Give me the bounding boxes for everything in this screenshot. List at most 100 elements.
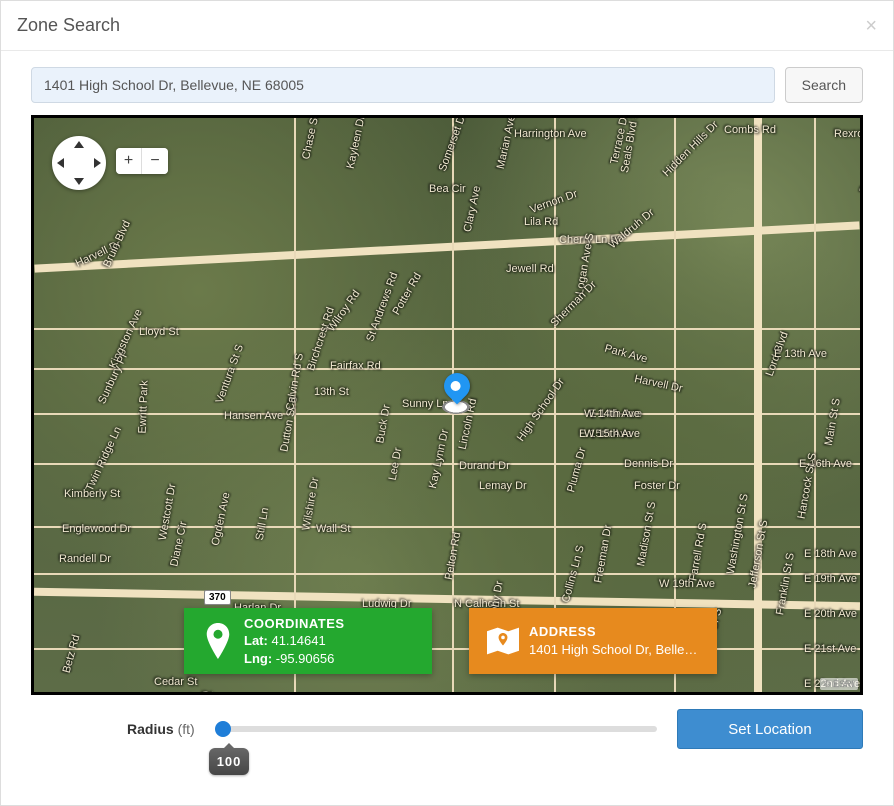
street-label: Marian Ave xyxy=(495,115,518,170)
street-label: Wall St xyxy=(316,523,350,535)
street-label: Kimberly St xyxy=(64,488,120,500)
map-attribution: © ESRI xyxy=(820,678,858,690)
street-label: Lloyd St xyxy=(139,326,179,338)
radius-slider[interactable] xyxy=(215,726,657,732)
road xyxy=(34,588,860,610)
radius-label: Radius (ft) xyxy=(127,721,195,737)
street-label: Madison St S xyxy=(635,501,658,568)
pan-left-icon[interactable] xyxy=(57,158,64,168)
street-label: Harrington Ave xyxy=(514,128,587,140)
lng-row: Lng: -95.90656 xyxy=(244,650,345,668)
street-label: Buck Dr xyxy=(374,404,393,445)
coordinates-title: COORDINATES xyxy=(244,615,345,633)
lat-row: Lat: 41.14641 xyxy=(244,632,345,650)
street-label: Foster Dr xyxy=(634,480,680,492)
radius-unit: (ft) xyxy=(178,721,195,737)
street-label: Ewritt Park xyxy=(137,380,151,434)
street-label: Dennis Dr xyxy=(624,458,673,470)
street-label: E 18th Ave xyxy=(804,548,857,560)
modal-title: Zone Search xyxy=(17,15,120,36)
address-title: ADDRESS xyxy=(529,623,697,641)
road xyxy=(34,413,860,415)
street-label: Fairfax Rd xyxy=(330,360,381,372)
street-label: Warren St S xyxy=(860,492,863,552)
zoom-in-button[interactable]: + xyxy=(116,148,142,174)
pan-down-icon[interactable] xyxy=(74,178,84,185)
zoom-out-button[interactable]: − xyxy=(142,148,168,174)
lng-value: -95.90656 xyxy=(276,651,335,666)
pan-up-icon[interactable] xyxy=(74,141,84,148)
address-card[interactable]: ADDRESS 1401 High School Dr, Belle… xyxy=(469,608,717,674)
radius-label-text: Radius xyxy=(127,721,174,737)
pan-control[interactable] xyxy=(52,136,106,190)
street-label: Calvin Rd S xyxy=(284,352,306,411)
pan-right-icon[interactable] xyxy=(94,158,101,168)
zoom-control: + − xyxy=(116,148,168,174)
modal-header: Zone Search × xyxy=(1,1,893,51)
road xyxy=(34,648,860,650)
street-label: Lila Rd xyxy=(524,216,558,228)
street-label: Hansen Ave xyxy=(224,410,283,422)
street-label: Combs Rd xyxy=(724,124,776,136)
lat-value: 41.14641 xyxy=(271,633,325,648)
road xyxy=(34,221,859,272)
street-label: W 14th Ave xyxy=(584,408,640,420)
street-label: Pluma Dr xyxy=(565,446,588,493)
pin-icon xyxy=(198,623,238,659)
street-label: Waldruh Dr xyxy=(607,207,657,252)
street-label: Park Ave xyxy=(603,343,648,366)
road xyxy=(814,118,816,692)
street-label: Durand Dr xyxy=(459,460,510,472)
street-label: Ventura St S xyxy=(214,343,246,405)
map-canvas[interactable]: Combs RdRexroad CirRedmond DrHarrington … xyxy=(31,115,863,695)
search-button[interactable]: Search xyxy=(785,67,863,103)
street-label: Main St S xyxy=(823,397,843,446)
street-label: Twin Ridge Ln xyxy=(84,425,124,493)
street-label: Jefferson St S xyxy=(747,519,771,589)
road xyxy=(674,118,676,692)
street-label: W 19th Ave xyxy=(659,578,715,590)
close-icon[interactable]: × xyxy=(865,16,877,36)
street-label: W 15th Ave xyxy=(584,428,640,440)
street-label: Ogden Ave xyxy=(210,491,233,547)
street-label: E 21st Ave xyxy=(804,643,856,655)
coordinates-text: COORDINATES Lat: 41.14641 Lng: -95.90656 xyxy=(244,615,345,668)
street-label: High School Dr xyxy=(515,376,567,443)
zone-search-modal: Zone Search × Search Combs RdRexro xyxy=(0,0,894,806)
radius-value-badge: 100 xyxy=(209,748,250,775)
address-text: ADDRESS 1401 High School Dr, Belle… xyxy=(529,623,697,658)
street-label: Hidden Hills Dr xyxy=(661,119,721,179)
street-label: E 19th Ave xyxy=(804,573,857,585)
street-label: Betz Rd xyxy=(61,634,83,675)
street-label: Jewell Rd xyxy=(506,263,554,275)
street-label: Cedar St xyxy=(154,676,197,688)
lng-label: Lng: xyxy=(244,651,272,666)
set-location-button[interactable]: Set Location xyxy=(677,709,863,749)
street-label: E 13th Ave xyxy=(774,348,827,360)
street-label: Englewood Dr xyxy=(62,523,131,535)
street-label: Bea Cir xyxy=(429,183,466,195)
address-value: 1401 High School Dr, Belle… xyxy=(529,641,697,659)
street-label: Kayleen Dr xyxy=(345,115,368,170)
modal-body: Search Combs RdRexroad CirRedmond DrHarr… xyxy=(1,51,893,805)
radius-slider-wrap: 100 xyxy=(215,726,657,732)
route-badge: 370 xyxy=(204,590,231,605)
street-label: 13th St xyxy=(314,386,349,398)
bottom-controls: Radius (ft) 100 Set Location xyxy=(31,709,863,749)
street-label: Randell Dr xyxy=(59,553,111,565)
coordinates-card[interactable]: COORDINATES Lat: 41.14641 Lng: -95.90656 xyxy=(184,608,432,674)
street-label: Lemay Dr xyxy=(479,480,527,492)
road xyxy=(754,118,762,692)
street-label: Hillside Dr xyxy=(163,689,214,695)
lat-label: Lat: xyxy=(244,633,268,648)
street-label: E 20th Ave xyxy=(804,608,857,620)
street-label: Washington St S xyxy=(725,493,751,575)
map-icon xyxy=(483,626,523,656)
search-row: Search xyxy=(31,67,863,103)
road xyxy=(34,463,860,465)
street-label: Rexroad Cir xyxy=(834,128,863,140)
road xyxy=(34,368,860,370)
street-label: Harvell Dr xyxy=(633,373,683,395)
address-search-input[interactable] xyxy=(31,67,775,103)
street-label: Still Ln xyxy=(254,507,272,542)
